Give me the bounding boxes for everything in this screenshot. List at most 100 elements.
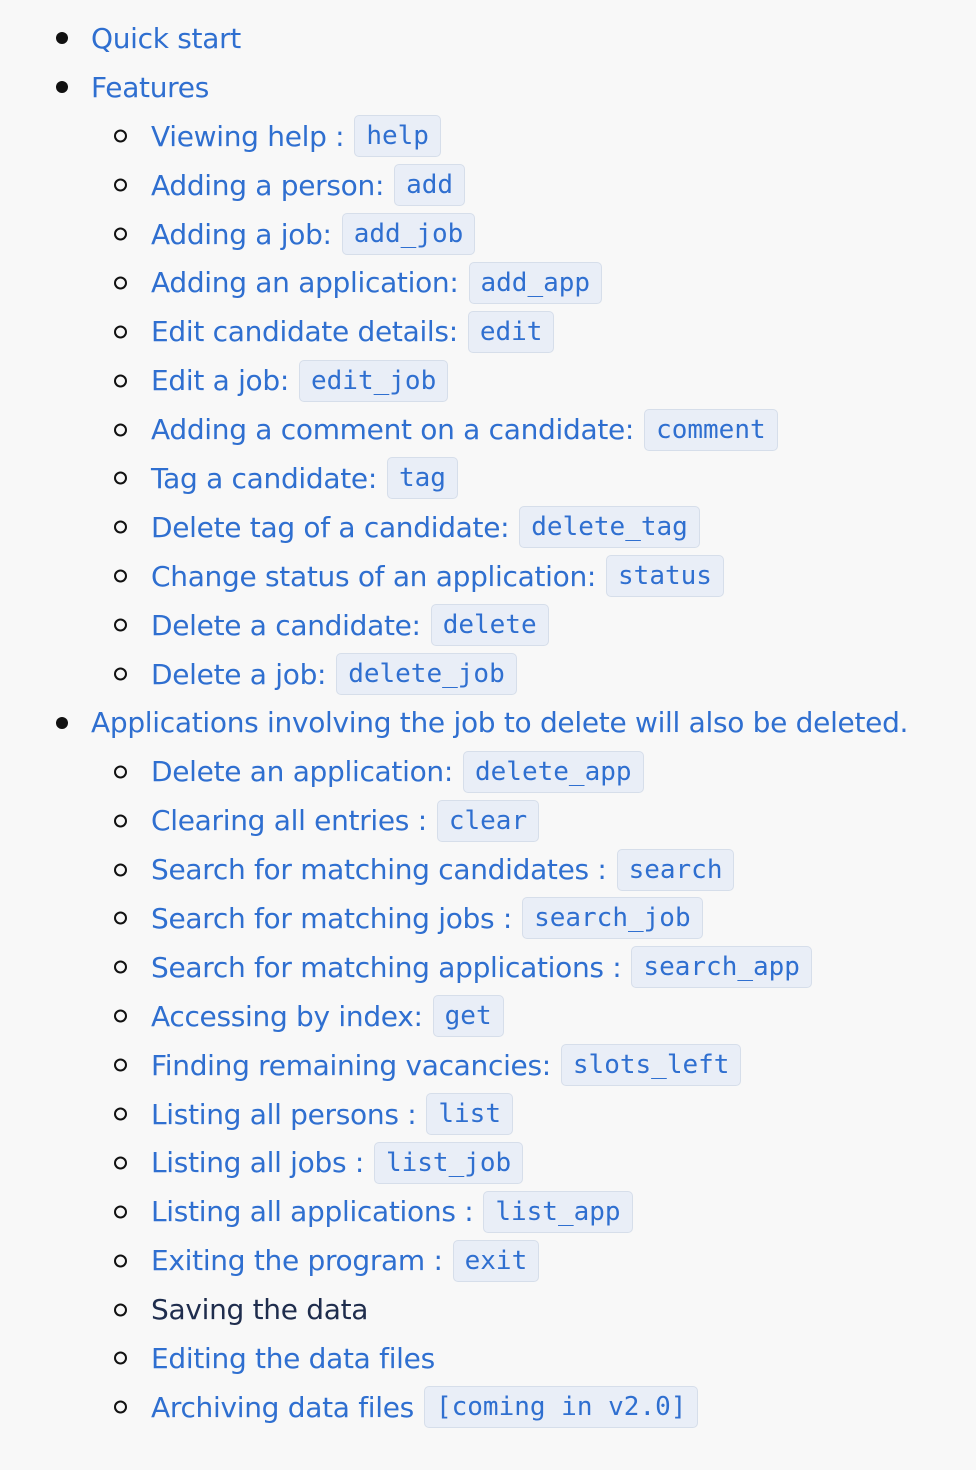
hollow-bullet-icon: [114, 1254, 127, 1268]
toc-subsection-item: Adding a job: add_job: [0, 210, 976, 259]
filled-bullet-icon: [56, 81, 68, 94]
command-code: list: [426, 1093, 513, 1136]
hollow-bullet-icon: [114, 374, 127, 388]
toc-link[interactable]: Exiting the program :: [151, 1244, 443, 1277]
hollow-bullet-icon: [114, 1107, 127, 1121]
toc-link[interactable]: Listing all jobs :: [151, 1146, 364, 1179]
hollow-bullet-icon: [114, 1400, 127, 1414]
toc-link[interactable]: Search for matching jobs :: [151, 902, 512, 935]
toc-link[interactable]: Search for matching candidates :: [151, 853, 607, 886]
command-code: add_job: [341, 213, 476, 255]
table-of-contents: Quick start Features Viewing help : help…: [0, 0, 976, 1432]
toc-link[interactable]: Delete a candidate:: [151, 609, 421, 642]
toc-link[interactable]: Change status of an application:: [151, 560, 596, 593]
toc-subsection-item: Delete a job: delete_job: [0, 650, 976, 699]
filled-bullet-icon: [56, 716, 68, 729]
toc-link[interactable]: Clearing all entries :: [151, 804, 427, 837]
filled-bullet-icon: [56, 32, 68, 45]
toc-subsection-item: Tag a candidate: tag: [0, 454, 976, 503]
command-code: exit: [452, 1239, 540, 1282]
command-code: comment: [644, 408, 778, 451]
toc-subsection-item: Delete a candidate: delete: [0, 601, 976, 650]
toc-subsection-item: Exiting the program : exit: [0, 1236, 976, 1285]
toc-link[interactable]: Archiving data files: [151, 1391, 414, 1424]
hollow-bullet-icon: [114, 814, 127, 828]
toc-link[interactable]: Quick start: [91, 22, 241, 55]
toc-subsection-item: Viewing help : help: [0, 112, 976, 161]
toc-subsection-item: Saving the data: [0, 1285, 976, 1334]
toc-subsection-item: Change status of an application: status: [0, 552, 976, 601]
hollow-bullet-icon: [114, 911, 127, 925]
hollow-bullet-icon: [114, 1351, 127, 1365]
toc-section-item: Features: [0, 63, 976, 112]
command-code: tag: [386, 457, 458, 500]
toc-link[interactable]: Adding a person:: [151, 169, 384, 202]
toc-subsection-item: Search for matching candidates : search: [0, 845, 976, 894]
command-code: delete: [430, 604, 549, 647]
toc-link[interactable]: Edit candidate details:: [151, 315, 458, 348]
command-code: search_job: [522, 897, 703, 940]
toc-subsection-item: Clearing all entries : clear: [0, 796, 976, 845]
toc-link[interactable]: Listing all applications :: [151, 1195, 474, 1228]
toc-link[interactable]: Edit a job:: [151, 364, 289, 397]
hollow-bullet-icon: [114, 227, 127, 241]
toc-link[interactable]: Delete a job:: [151, 658, 326, 691]
toc-link[interactable]: Viewing help :: [151, 120, 345, 153]
hollow-bullet-icon: [114, 520, 127, 534]
hollow-bullet-icon: [114, 618, 127, 632]
toc-link[interactable]: Search for matching applications :: [151, 951, 622, 984]
hollow-bullet-icon: [114, 423, 127, 437]
toc-section-item: Applications involving the job to delete…: [0, 698, 976, 747]
command-code: edit: [467, 310, 555, 353]
toc-link[interactable]: Delete tag of a candidate:: [151, 511, 510, 544]
hollow-bullet-icon: [114, 471, 127, 485]
hollow-bullet-icon: [114, 1156, 127, 1170]
toc-link[interactable]: Finding remaining vacancies:: [151, 1049, 551, 1082]
toc-link[interactable]: Adding an application:: [151, 266, 459, 299]
command-code: delete_app: [463, 750, 644, 793]
hollow-bullet-icon: [114, 960, 127, 974]
hollow-bullet-icon: [114, 276, 127, 290]
hollow-bullet-icon: [114, 863, 127, 877]
hollow-bullet-icon: [114, 325, 127, 339]
command-code: status: [606, 555, 724, 598]
command-code: delete_tag: [519, 506, 700, 549]
toc-subsection-item: Delete tag of a candidate: delete_tag: [0, 503, 976, 552]
command-code: list_job: [373, 1141, 524, 1184]
toc-subsection-item: Archiving data files [coming in v2.0]: [0, 1383, 976, 1432]
hollow-bullet-icon: [114, 1009, 127, 1023]
command-code: list_app: [483, 1190, 633, 1233]
toc-link[interactable]: Tag a candidate:: [151, 462, 377, 495]
toc-link[interactable]: Features: [91, 71, 209, 104]
command-code: slots_left: [560, 1044, 742, 1087]
toc-subsection-item: Accessing by index: get: [0, 992, 976, 1041]
toc-subsection-item: Listing all jobs : list_job: [0, 1138, 976, 1187]
command-code: edit_job: [299, 359, 449, 402]
toc-subsection-item: Delete an application: delete_app: [0, 747, 976, 796]
toc-subsection-item: Search for matching applications : searc…: [0, 943, 976, 992]
hollow-bullet-icon: [114, 178, 127, 192]
hollow-bullet-icon: [114, 765, 127, 779]
toc-link[interactable]: Listing all persons :: [151, 1098, 417, 1131]
command-code: clear: [436, 799, 540, 842]
toc-link[interactable]: Applications involving the job to delete…: [91, 706, 908, 739]
toc-link[interactable]: Accessing by index:: [151, 1000, 423, 1033]
toc-subsection-item: Search for matching jobs : search_job: [0, 894, 976, 943]
command-code: delete_job: [336, 653, 517, 696]
command-code: [coming in v2.0]: [423, 1386, 699, 1429]
toc-subsection-item: Listing all applications : list_app: [0, 1187, 976, 1236]
toc-subsection-item: Adding an application: add_app: [0, 258, 976, 307]
toc-subsection-item: Adding a comment on a candidate: comment: [0, 405, 976, 454]
command-code: add: [394, 164, 466, 207]
toc-subsection-item: Finding remaining vacancies: slots_left: [0, 1041, 976, 1090]
command-code: search: [616, 848, 735, 891]
toc-subsection-item: Listing all persons : list: [0, 1090, 976, 1139]
toc-link[interactable]: Adding a comment on a candidate:: [151, 413, 634, 446]
toc-link[interactable]: Adding a job:: [151, 218, 332, 251]
hollow-bullet-icon: [114, 667, 127, 681]
command-code: add_app: [468, 261, 603, 304]
toc-link[interactable]: Delete an application:: [151, 755, 453, 788]
toc-section-item: Quick start: [0, 14, 976, 63]
toc-link[interactable]: Editing the data files: [151, 1342, 435, 1375]
command-code: search_app: [631, 946, 812, 989]
